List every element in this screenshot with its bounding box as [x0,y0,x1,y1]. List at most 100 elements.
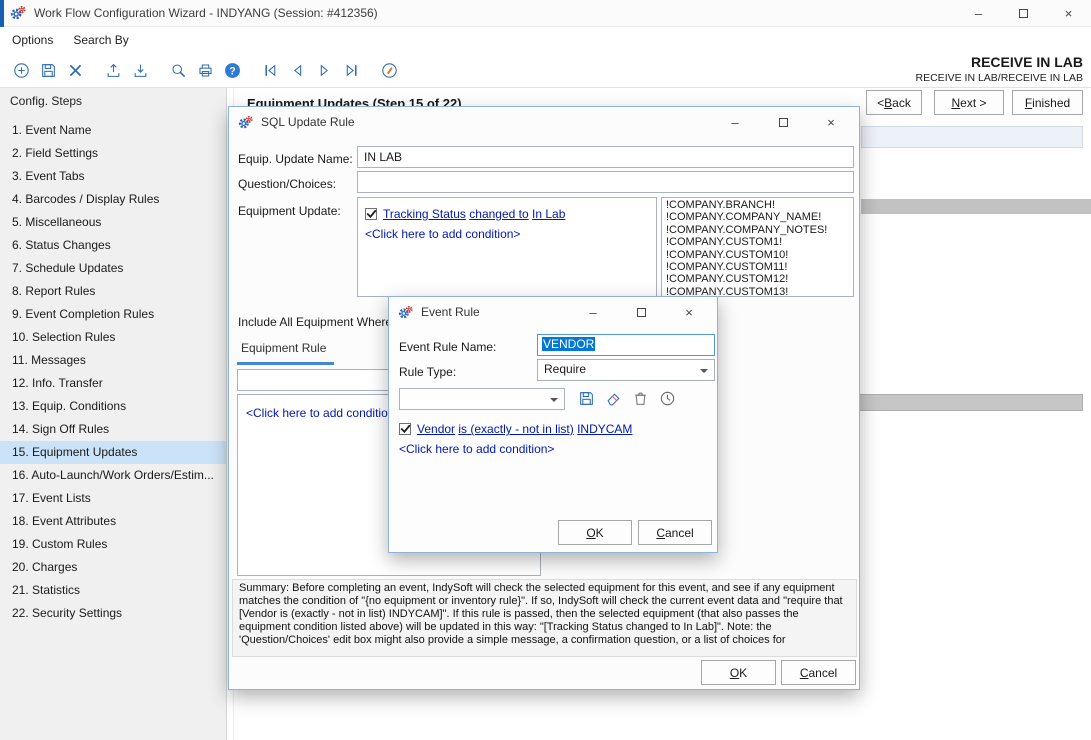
sidebar-step-item[interactable]: 7. Schedule Updates [0,257,226,280]
sidebar-step-item[interactable]: 9. Event Completion Rules [0,303,226,326]
event-rule-operator-link[interactable]: is (exactly - not in list) [458,422,573,436]
save-icon[interactable] [36,58,60,82]
update-add-condition-link[interactable]: <Click here to add condition> [365,224,649,244]
export-icon[interactable] [101,58,125,82]
token-item[interactable]: !COMPANY.CUSTOM11! [666,261,849,273]
maximize-icon [637,308,646,317]
sql-minimize-button[interactable]: – [711,108,759,136]
next-button[interactable]: Next > [934,90,1004,115]
sidebar-step-item[interactable]: 4. Barcodes / Display Rules [0,188,226,211]
menu-search-by[interactable]: Search By [63,27,138,53]
sidebar-step-item[interactable]: 2. Field Settings [0,142,226,165]
sidebar-step-item[interactable]: 20. Charges [0,556,226,579]
rule-type-select[interactable]: Require [537,359,715,381]
sidebar-step-item[interactable]: 22. Security Settings [0,602,226,625]
back-label-post: ack [892,96,911,110]
update-rule-checkbox[interactable] [365,208,377,220]
sidebar-step-item[interactable]: 13. Equip. Conditions [0,395,226,418]
sidebar-header: Config. Steps [0,88,226,114]
sql-maximize-button[interactable] [759,108,807,136]
sql-ok-post: K [739,666,747,680]
import-icon[interactable] [128,58,152,82]
sidebar-step-item[interactable]: 19. Custom Rules [0,533,226,556]
sidebar-step-item[interactable]: 6. Status Changes [0,234,226,257]
delete-icon[interactable] [63,58,87,82]
sidebar-step-item[interactable]: 1. Event Name [0,119,226,142]
event-close-button[interactable]: × [665,298,713,326]
add-icon[interactable] [9,58,33,82]
sidebar-step-item[interactable]: 10. Selection Rules [0,326,226,349]
rule-action-icons [577,389,677,408]
search-icon[interactable] [166,58,190,82]
rule-type-label: Rule Type: [399,365,456,379]
event-rule-checkbox[interactable] [399,423,411,435]
event-rule-condition-area: Vendor is (exactly - not in list) INDYCA… [399,419,711,511]
event-ok-key: O [586,526,595,540]
sql-cancel-post: ancel [808,666,837,680]
sidebar-step-item[interactable]: 8. Report Rules [0,280,226,303]
audit-icon[interactable] [377,58,401,82]
event-rule-value-link[interactable]: INDYCAM [577,422,632,436]
sql-ok-key: O [730,666,739,680]
token-item[interactable]: !COMPANY.BRANCH! [666,199,849,211]
sidebar-step-item[interactable]: 15. Equipment Updates [0,441,226,464]
print-icon[interactable] [193,58,217,82]
tab-equipment-rule[interactable]: Equipment Rule [237,341,334,365]
trash-icon[interactable] [631,389,650,408]
update-rule-field-link[interactable]: Tracking Status [383,207,466,221]
finished-button[interactable]: Finished [1012,90,1083,115]
save-icon[interactable] [577,389,596,408]
token-item[interactable]: !COMPANY.CUSTOM10! [666,249,849,261]
next-label-post: ext > [960,96,986,110]
sidebar-step-item[interactable]: 21. Statistics [0,579,226,602]
sql-cancel-button[interactable]: Cancel [781,660,856,685]
sidebar-step-item[interactable]: 17. Event Lists [0,487,226,510]
back-button[interactable]: < Back [866,90,922,115]
update-name-input[interactable] [357,146,854,168]
company-token-list[interactable]: !COMPANY.BRANCH! !COMPANY.COMPANY_NAME! … [661,197,854,297]
saved-rule-combo[interactable] [399,388,565,410]
help-icon[interactable]: ? [220,58,244,82]
event-dialog-titlebar[interactable]: Event Rule – × [389,297,717,327]
sql-cancel-key: C [800,666,809,680]
history-icon[interactable] [658,389,677,408]
eraser-icon[interactable] [604,389,623,408]
event-maximize-button[interactable] [617,298,665,326]
event-rule-name-input[interactable]: VENDOR [537,334,715,356]
sidebar-step-item[interactable]: 18. Event Attributes [0,510,226,533]
sql-close-button[interactable]: × [807,108,855,136]
nav-first-icon[interactable] [258,58,282,82]
nav-last-icon[interactable] [339,58,363,82]
close-button[interactable]: × [1046,0,1091,27]
sidebar-step-item[interactable]: 11. Messages [0,349,226,372]
token-item[interactable]: !COMPANY.COMPANY_NAME! [666,211,849,223]
window-titlebar: Work Flow Configuration Wizard - INDYANG… [0,0,1091,27]
event-rule-field-link[interactable]: Vendor [417,422,455,436]
question-choices-input[interactable] [357,171,854,193]
token-item[interactable]: !COMPANY.COMPANY_NOTES! [666,224,849,236]
sql-ok-button[interactable]: OK [701,660,776,685]
sidebar-step-item[interactable]: 16. Auto-Launch/Work Orders/Estim... [0,464,226,487]
next-label-key: N [951,96,960,110]
equipment-update-rule-box: Tracking Status changed to In Lab <Click… [357,197,657,297]
token-item[interactable]: !COMPANY.CUSTOM12! [666,273,849,285]
event-minimize-button[interactable]: – [569,298,617,326]
sidebar-step-item[interactable]: 12. Info. Transfer [0,372,226,395]
maximize-button[interactable] [1001,0,1046,27]
nav-prev-icon[interactable] [285,58,309,82]
event-cancel-button[interactable]: Cancel [638,520,712,545]
event-add-condition-link[interactable]: <Click here to add condition> [399,439,711,459]
token-item[interactable]: !COMPANY.CUSTOM1! [666,236,849,248]
finished-label-key: F [1025,96,1032,110]
sql-dialog-titlebar[interactable]: SQL Update Rule – × [229,107,859,137]
sidebar-step-item[interactable]: 14. Sign Off Rules [0,418,226,441]
menu-options[interactable]: Options [2,27,63,53]
sidebar-step-item[interactable]: 3. Event Tabs [0,165,226,188]
minimize-button[interactable]: – [956,0,1001,27]
update-rule-value-link[interactable]: In Lab [532,207,565,221]
event-ok-button[interactable]: OK [558,520,632,545]
update-rule-action-link[interactable]: changed to [469,207,528,221]
nav-next-icon[interactable] [312,58,336,82]
update-rule-line: Tracking Status changed to In Lab [365,204,649,224]
sidebar-step-item[interactable]: 5. Miscellaneous [0,211,226,234]
